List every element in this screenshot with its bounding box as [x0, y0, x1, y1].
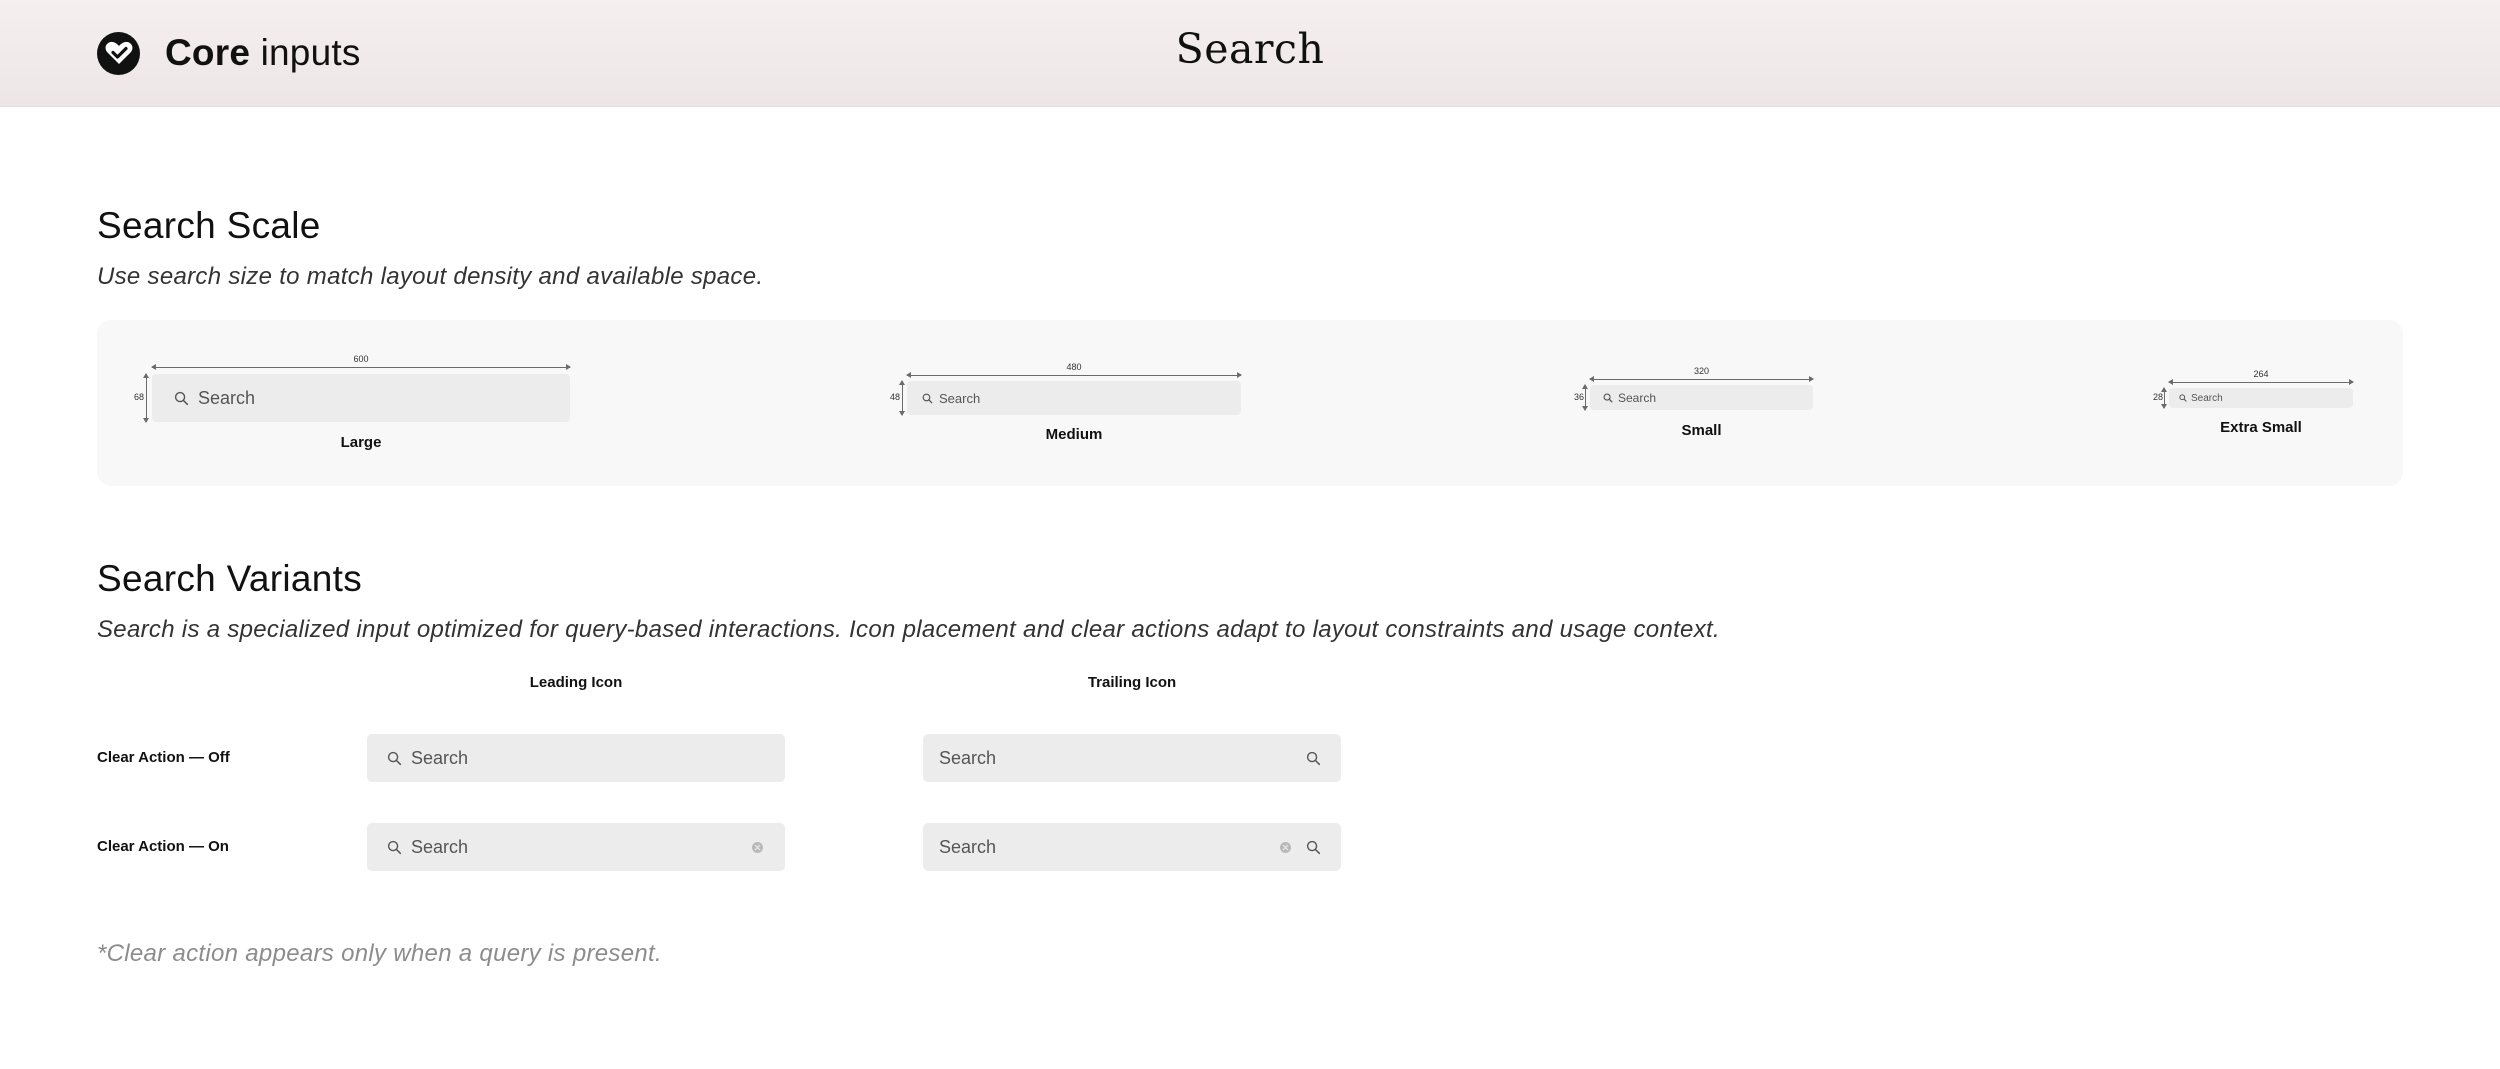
search-icon[interactable] — [1306, 751, 1321, 766]
footnote: *Clear action appears only when a query … — [97, 940, 662, 967]
height-dimension-line — [143, 373, 149, 423]
height-dimension-line — [2161, 387, 2167, 409]
search-icon — [174, 391, 189, 406]
row-header-clear-on: Clear Action — On — [97, 838, 229, 855]
search-placeholder: Search — [939, 747, 997, 768]
search-input-large[interactable]: Search — [152, 374, 570, 422]
width-dimension-line — [151, 364, 571, 370]
section-title-variants: Search Variants — [97, 558, 362, 599]
height-dimension-line — [899, 380, 905, 416]
height-label: 36 — [1573, 392, 1584, 402]
search-input-trailing-icon[interactable]: Search — [923, 734, 1341, 782]
section-description-scale: Use search size to match layout density … — [97, 263, 764, 290]
scale-caption: Medium — [1045, 426, 1103, 443]
search-icon — [387, 840, 402, 855]
search-placeholder: Search — [411, 747, 469, 768]
scale-caption: Extra Small — [2220, 419, 2302, 436]
search-input-medium[interactable]: Search — [907, 381, 1241, 415]
column-header-trailing: Trailing Icon — [1087, 674, 1177, 691]
search-placeholder: Search — [939, 836, 997, 857]
search-input-trailing-icon-clear[interactable]: Search — [923, 823, 1341, 871]
search-icon — [1603, 392, 1613, 403]
search-input-extra-small[interactable]: Search — [2169, 388, 2353, 408]
height-label: 68 — [133, 392, 144, 402]
search-placeholder: Search — [939, 390, 981, 406]
search-icon — [2179, 394, 2187, 402]
scale-caption: Small — [1681, 422, 1722, 439]
scale-caption: Large — [340, 434, 382, 451]
search-input-leading-icon[interactable]: Search — [367, 734, 785, 782]
width-dimension-line — [2168, 379, 2354, 385]
column-header-leading: Leading Icon — [529, 674, 623, 691]
search-icon[interactable] — [1306, 840, 1321, 855]
height-label: 48 — [889, 392, 900, 402]
row-header-clear-off: Clear Action — Off — [97, 749, 230, 766]
page-header: Core inputs Search — [0, 0, 2500, 107]
width-label: 264 — [2253, 369, 2269, 379]
width-label: 480 — [1066, 362, 1082, 372]
page-title: Search — [1175, 25, 1325, 73]
section-description-variants: Search is a specialized input optimized … — [97, 616, 1720, 643]
width-label: 600 — [353, 354, 369, 364]
width-label: 320 — [1693, 366, 1710, 376]
width-dimension-line — [1589, 376, 1814, 382]
search-input-leading-icon-clear[interactable]: Search — [367, 823, 785, 871]
section-title-scale: Search Scale — [97, 205, 321, 246]
search-placeholder: Search — [2191, 392, 2223, 404]
clear-icon[interactable] — [752, 841, 763, 853]
height-label: 28 — [2152, 392, 2163, 402]
clear-icon[interactable] — [1280, 841, 1291, 853]
search-icon — [922, 393, 933, 404]
search-placeholder: Search — [198, 387, 256, 408]
height-dimension-line — [1582, 384, 1588, 411]
search-placeholder: Search — [411, 836, 469, 857]
search-icon — [387, 751, 402, 766]
search-input-small[interactable]: Search — [1590, 385, 1813, 410]
search-placeholder: Search — [1618, 390, 1657, 405]
width-dimension-line — [906, 372, 1242, 378]
